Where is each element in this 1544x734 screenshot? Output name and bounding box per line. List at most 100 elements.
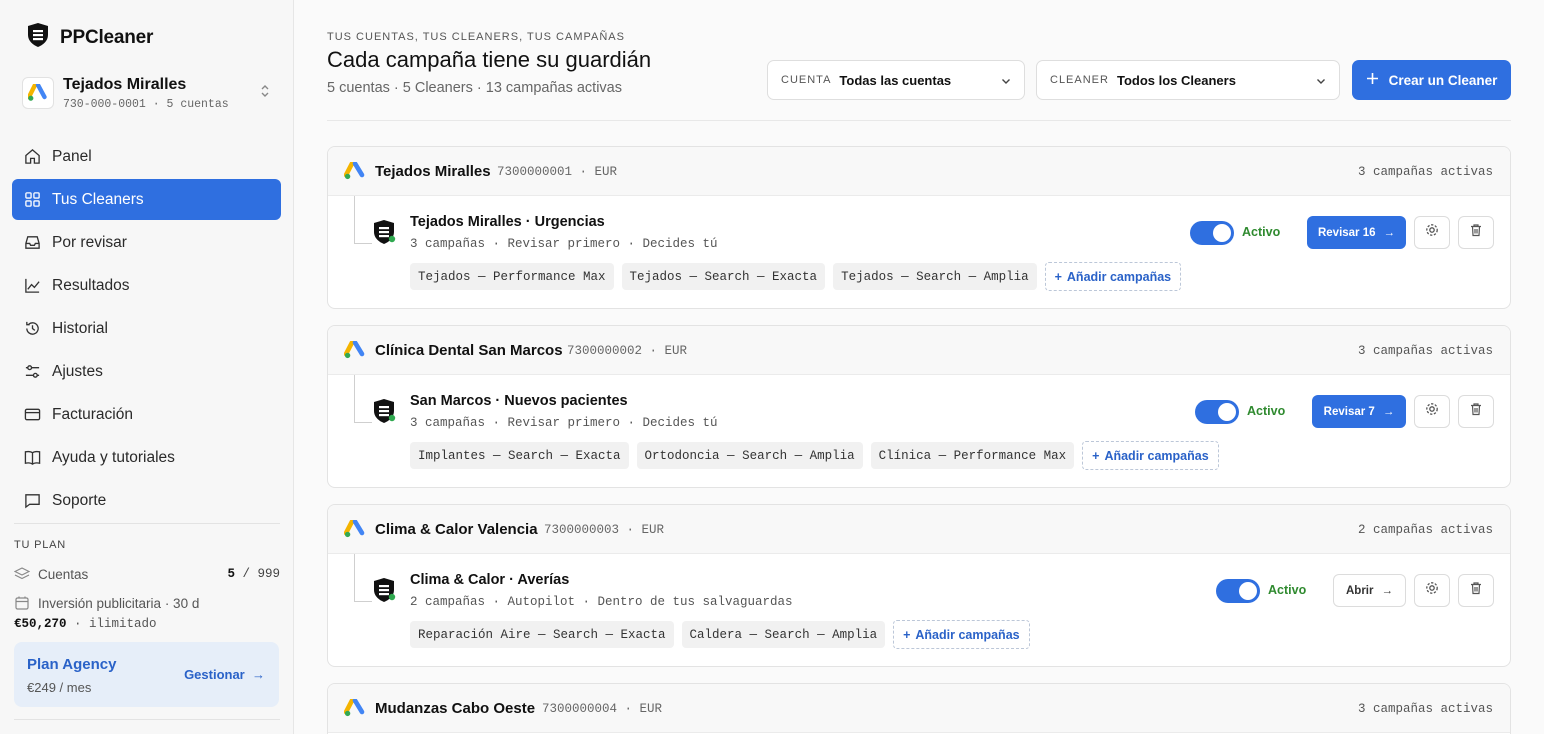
cleaner-row: San Marcos · Nuevos pacientes 3 campañas…	[328, 375, 1510, 487]
inbox-icon	[24, 234, 41, 251]
nav-item-facturacion[interactable]: Facturación	[12, 394, 281, 435]
add-campaigns-button[interactable]: + Añadir campañas	[893, 620, 1030, 649]
account-name: Clínica Dental San Marcos	[375, 342, 563, 359]
nav-label: Por revisar	[52, 233, 127, 251]
account-campaign-count: 3 campañas activas	[1357, 165, 1493, 179]
page-title: Cada campaña tiene su guardián	[327, 47, 652, 72]
cleaner-shield-icon	[372, 577, 396, 608]
brand-name: PPCleaner	[60, 26, 154, 48]
settings-button[interactable]	[1414, 574, 1450, 607]
add-campaigns-button[interactable]: + Añadir campañas	[1082, 441, 1219, 470]
credit-card-icon	[24, 406, 41, 423]
add-campaigns-button[interactable]: + Añadir campañas	[1044, 262, 1182, 291]
review-button[interactable]: Revisar 7 →	[1312, 395, 1406, 428]
plan-spend-limit: · ilimitado	[66, 617, 157, 631]
campaign-chip[interactable]: Caldera — Search — Amplia	[681, 621, 886, 648]
create-cleaner-button[interactable]: Crear un Cleaner	[1352, 60, 1511, 100]
active-toggle[interactable]	[1216, 579, 1260, 603]
campaign-chip[interactable]: Tejados — Search — Exacta	[621, 263, 826, 290]
cleaner-meta: 3 campañas · Revisar primero · Decides t…	[410, 416, 718, 430]
campaign-chip[interactable]: Tejados — Performance Max	[410, 263, 614, 290]
trash-icon	[1469, 581, 1483, 600]
page-subtitle: 5 cuentas · 5 Cleaners · 13 campañas act…	[327, 80, 622, 96]
cleaner-name[interactable]: San Marcos · Nuevos pacientes	[410, 393, 628, 409]
nav-item-soporte[interactable]: Soporte	[12, 480, 281, 521]
nav-label: Panel	[52, 147, 92, 165]
account-meta: 7300000001 · EUR	[497, 165, 618, 179]
plan-spend-value: €50,270	[14, 617, 67, 631]
arrow-right-icon: →	[1383, 226, 1396, 239]
account-card-header[interactable]: Mudanzas Cabo Oeste 7300000004 · EUR 3 c…	[328, 684, 1510, 733]
nav-item-tus-cleaners[interactable]: Tus Cleaners	[12, 179, 281, 220]
campaign-chip[interactable]: Ortodoncia — Search — Amplia	[636, 442, 863, 469]
nav-label: Ajustes	[52, 362, 103, 380]
google-ads-icon	[343, 698, 366, 722]
sliders-icon	[24, 363, 41, 380]
add-campaigns-label: Añadir campañas	[1104, 448, 1209, 463]
review-button[interactable]: Revisar 16 →	[1307, 216, 1406, 249]
nav-item-historial[interactable]: Historial	[12, 308, 281, 349]
account-card-header[interactable]: Clínica Dental San Marcos 7300000002 · E…	[328, 326, 1510, 375]
account-filter-label: CUENTA	[781, 74, 832, 86]
campaign-chip[interactable]: Clínica — Performance Max	[870, 442, 1075, 469]
cleaner-name[interactable]: Clima & Calor · Averías	[410, 572, 569, 588]
nav-label: Resultados	[52, 276, 130, 294]
nav-item-panel[interactable]: Panel	[12, 136, 281, 177]
nav-label: Facturación	[52, 405, 133, 423]
open-button[interactable]: Abrir →	[1333, 574, 1406, 607]
nav-item-resultados[interactable]: Resultados	[12, 265, 281, 306]
plan-name: Plan Agency	[27, 656, 117, 673]
cleaner-name[interactable]: Tejados Miralles · Urgencias	[410, 214, 605, 230]
cleaner-meta: 3 campañas · Revisar primero · Decides t…	[410, 237, 718, 251]
delete-button[interactable]	[1458, 574, 1494, 607]
plan-spend-row: Inversión publicitaria · 30 d	[14, 595, 280, 611]
nav-label: Ayuda y tutoriales	[52, 448, 175, 466]
active-toggle[interactable]	[1190, 221, 1234, 245]
nav-item-por-revisar[interactable]: Por revisar	[12, 222, 281, 263]
settings-button[interactable]	[1414, 216, 1450, 249]
account-card-header[interactable]: Tejados Miralles 7300000001 · EUR 3 camp…	[328, 147, 1510, 196]
tree-connector	[354, 196, 372, 244]
google-ads-icon	[343, 519, 366, 543]
plan-accounts-row: Cuentas 5 / 999	[14, 566, 280, 582]
active-status-label: Activo	[1242, 225, 1281, 239]
campaign-chips: Reparación Aire — Search — Exacta Calder…	[410, 620, 1030, 649]
account-sub: 730-000-0001 · 5 cuentas	[63, 97, 229, 111]
delete-button[interactable]	[1458, 395, 1494, 428]
brand[interactable]: PPCleaner	[26, 22, 153, 53]
account-card-header[interactable]: Clima & Calor Valencia 7300000003 · EUR …	[328, 505, 1510, 554]
sidebar-divider	[14, 719, 280, 720]
account-name: Clima & Calor Valencia	[375, 521, 538, 538]
gear-icon	[1425, 402, 1439, 421]
account-name: Tejados Miralles	[375, 163, 491, 180]
settings-button[interactable]	[1414, 395, 1450, 428]
gear-icon	[1425, 581, 1439, 600]
campaign-chip[interactable]: Reparación Aire — Search — Exacta	[410, 621, 674, 648]
review-button-label: Revisar 16	[1317, 226, 1376, 239]
plan-card: Plan Agency €249 / mes Gestionar →	[14, 642, 279, 707]
account-filter-select[interactable]: CUENTA Todas las cuentas	[767, 60, 1025, 100]
plan-heading: TU PLAN	[14, 539, 67, 551]
plan-accounts-limit: / 999	[234, 567, 280, 581]
account-switcher[interactable]: Tejados Miralles 730-000-0001 · 5 cuenta…	[22, 72, 278, 114]
campaign-chip[interactable]: Tejados — Search — Amplia	[833, 263, 1037, 290]
layers-icon	[14, 566, 30, 582]
nav-item-ayuda[interactable]: Ayuda y tutoriales	[12, 437, 281, 478]
cleaner-row: Clima & Calor · Averías 2 campañas · Aut…	[328, 554, 1510, 666]
nav-item-ajustes[interactable]: Ajustes	[12, 351, 281, 392]
tree-connector	[354, 375, 372, 423]
plus-icon: +	[1054, 269, 1062, 284]
active-toggle[interactable]	[1195, 400, 1239, 424]
cleaner-shield-icon	[372, 398, 396, 429]
delete-button[interactable]	[1458, 216, 1494, 249]
chat-icon	[24, 492, 41, 509]
plan-accounts-value: 5 / 999	[227, 567, 280, 581]
chevron-up-down-icon	[260, 84, 270, 101]
manage-plan-button[interactable]: Gestionar →	[184, 667, 265, 682]
cleaner-filter-select[interactable]: CLEANER Todos los Cleaners	[1036, 60, 1340, 100]
plan-accounts-used: 5	[227, 567, 235, 581]
nav-label: Soporte	[52, 491, 107, 509]
account-name: Mudanzas Cabo Oeste	[375, 700, 536, 717]
campaign-chip[interactable]: Implantes — Search — Exacta	[410, 442, 629, 469]
main-nav: Panel Tus Cleaners Por revisar Resultado…	[12, 136, 281, 523]
